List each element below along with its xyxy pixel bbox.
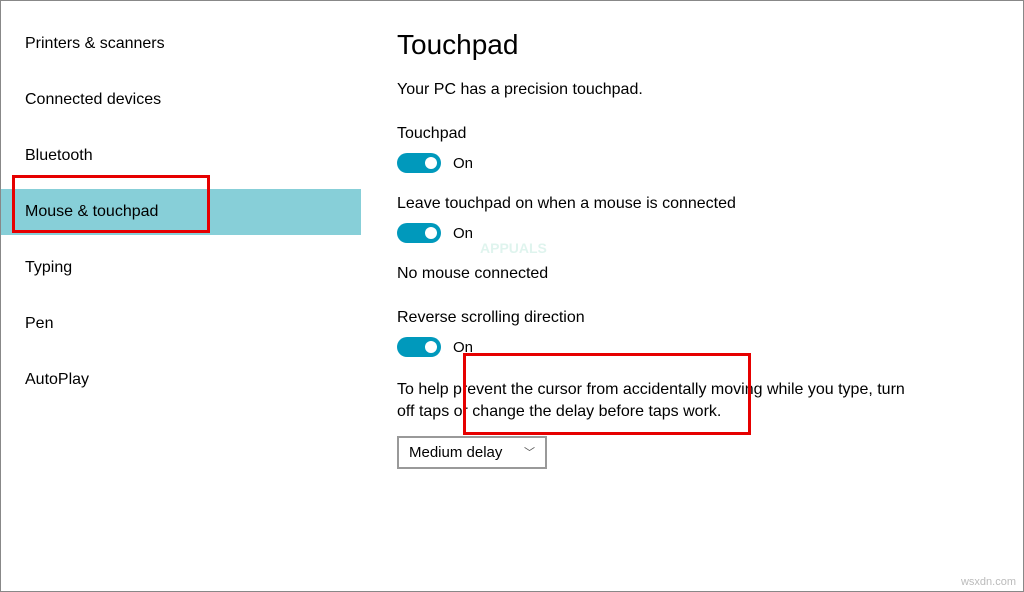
- chevron-down-icon: ﹀: [524, 444, 535, 460]
- sidebar: Printers & scanners Connected devices Bl…: [1, 1, 361, 591]
- settings-window: Printers & scanners Connected devices Bl…: [1, 1, 1023, 591]
- sidebar-item-printers[interactable]: Printers & scanners: [1, 21, 361, 67]
- sidebar-item-connected-devices[interactable]: Connected devices: [1, 77, 361, 123]
- mouse-status: No mouse connected: [397, 265, 1003, 283]
- toggle-knob-icon: [425, 227, 437, 239]
- sidebar-item-pen[interactable]: Pen: [1, 301, 361, 347]
- sidebar-item-typing[interactable]: Typing: [1, 245, 361, 291]
- touchpad-toggle-label: Touchpad: [397, 125, 1003, 143]
- touchpad-toggle[interactable]: [397, 153, 441, 173]
- reverse-scroll-label: Reverse scrolling direction: [397, 309, 1003, 327]
- leave-on-label: Leave touchpad on when a mouse is connec…: [397, 195, 1003, 213]
- reverse-scroll-toggle[interactable]: [397, 337, 441, 357]
- page-title: Touchpad: [397, 29, 1003, 61]
- toggle-knob-icon: [425, 341, 437, 353]
- sidebar-item-bluetooth[interactable]: Bluetooth: [1, 133, 361, 179]
- attribution: wsxdn.com: [961, 576, 1016, 588]
- toggle-knob-icon: [425, 157, 437, 169]
- reverse-scroll-state: On: [453, 339, 473, 356]
- sidebar-item-mouse-touchpad[interactable]: Mouse & touchpad: [1, 189, 361, 235]
- delay-dropdown-value: Medium delay: [409, 444, 502, 461]
- sidebar-item-autoplay[interactable]: AutoPlay: [1, 357, 361, 403]
- touchpad-toggle-state: On: [453, 155, 473, 172]
- leave-on-toggle[interactable]: [397, 223, 441, 243]
- main-panel: Touchpad Your PC has a precision touchpa…: [361, 1, 1023, 591]
- delay-help-text: To help prevent the cursor from accident…: [397, 379, 917, 424]
- leave-on-toggle-state: On: [453, 225, 473, 242]
- delay-dropdown[interactable]: Medium delay ﹀: [397, 436, 547, 469]
- touchpad-description: Your PC has a precision touchpad.: [397, 81, 1003, 99]
